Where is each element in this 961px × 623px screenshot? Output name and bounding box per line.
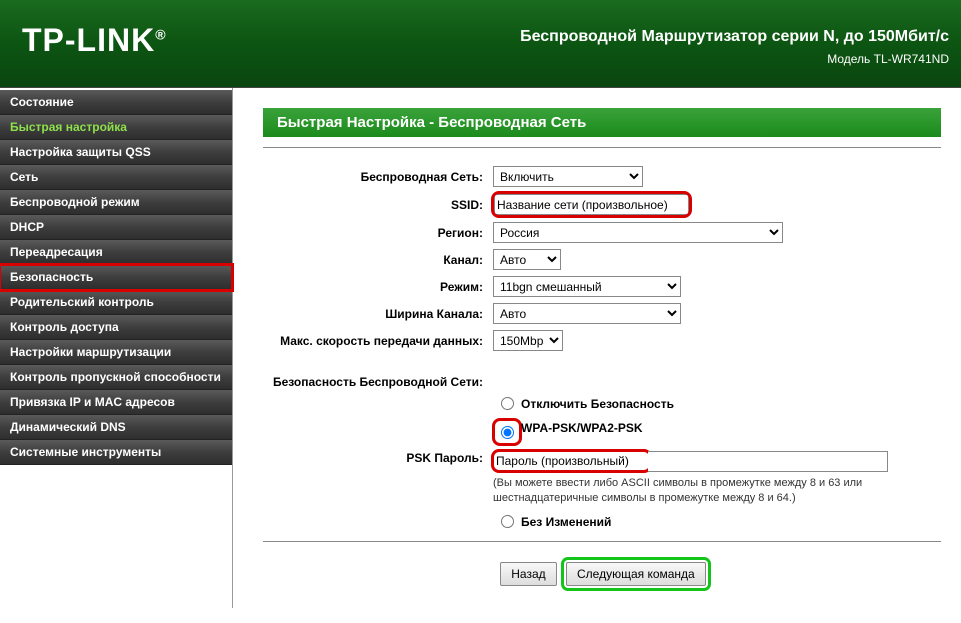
psk-highlight (493, 451, 650, 471)
header-model: Модель TL-WR741ND (520, 52, 949, 66)
ssid-highlight (493, 193, 690, 216)
sidebar-item-forwarding[interactable]: Переадресация (0, 240, 232, 265)
main-content: Быстрая Настройка - Беспроводная Сеть Бе… (233, 88, 961, 608)
sidebar: Состояние Быстрая настройка Настройка за… (0, 88, 233, 608)
security-radio-disable[interactable] (501, 397, 514, 410)
psk-input[interactable] (648, 451, 888, 472)
rate-select[interactable]: 150Mbps (493, 330, 563, 351)
back-button[interactable]: Назад (500, 562, 556, 586)
sidebar-item-parental[interactable]: Родительский контроль (0, 290, 232, 315)
rate-label: Макс. скорость передачи данных: (263, 334, 493, 348)
logo: TP-LINK® (22, 22, 167, 59)
header-title: Беспроводной Маршрутизатор серии N, до 1… (520, 28, 949, 46)
ssid-label: SSID: (263, 198, 493, 212)
psk-input-inner[interactable] (494, 452, 649, 470)
mode-select[interactable]: 11bgn смешанный (493, 276, 681, 297)
sidebar-item-access[interactable]: Контроль доступа (0, 315, 232, 340)
sidebar-item-ipmac[interactable]: Привязка IP и MAC адресов (0, 390, 232, 415)
separator-bottom (263, 541, 941, 542)
width-select[interactable]: Авто (493, 303, 681, 324)
channel-select[interactable]: Авто (493, 249, 561, 270)
region-label: Регион: (263, 226, 493, 240)
security-disable-label: Отключить Безопасность (521, 397, 941, 411)
psk-hint: (Вы можете ввести либо ASCII символы в п… (493, 476, 941, 507)
next-highlight: Следующая команда (564, 560, 708, 588)
separator (263, 147, 941, 148)
psk-label: PSK Пароль: (263, 451, 493, 465)
sidebar-item-dhcp[interactable]: DHCP (0, 215, 232, 240)
channel-label: Канал: (263, 253, 493, 267)
region-select[interactable]: Россия (493, 222, 783, 243)
sidebar-item-system[interactable]: Системные инструменты (0, 440, 232, 465)
security-radio-wpa[interactable] (501, 426, 514, 439)
sidebar-item-ddns[interactable]: Динамический DNS (0, 415, 232, 440)
sidebar-item-status[interactable]: Состояние (0, 90, 232, 115)
sidebar-item-quicksetup[interactable]: Быстрая настройка (0, 115, 232, 140)
button-row: Назад Следующая команда (263, 560, 941, 588)
mode-label: Режим: (263, 280, 493, 294)
page-title: Быстрая Настройка - Беспроводная Сеть (263, 108, 941, 137)
security-wpa-highlight (495, 421, 519, 443)
sidebar-item-routing[interactable]: Настройки маршрутизации (0, 340, 232, 365)
header: TP-LINK® Беспроводной Маршрутизатор сери… (0, 0, 961, 88)
sidebar-item-security[interactable]: Безопасность (0, 265, 232, 290)
wireless-label: Беспроводная Сеть: (263, 170, 493, 184)
security-wpa-label: WPA-PSK/WPA2-PSK (521, 421, 941, 435)
security-label: Безопасность Беспроводной Сети: (263, 375, 493, 389)
width-label: Ширина Канала: (263, 307, 493, 321)
wireless-select[interactable]: Включить (493, 166, 643, 187)
sidebar-item-bandwidth[interactable]: Контроль пропускной способности (0, 365, 232, 390)
sidebar-item-wireless[interactable]: Беспроводной режим (0, 190, 232, 215)
security-nochange-label: Без Изменений (521, 515, 941, 529)
security-radio-nochange[interactable] (501, 515, 514, 528)
ssid-input[interactable] (494, 194, 689, 215)
sidebar-item-qss[interactable]: Настройка защиты QSS (0, 140, 232, 165)
header-info: Беспроводной Маршрутизатор серии N, до 1… (520, 28, 949, 66)
sidebar-item-network[interactable]: Сеть (0, 165, 232, 190)
next-button[interactable]: Следующая команда (566, 562, 706, 586)
